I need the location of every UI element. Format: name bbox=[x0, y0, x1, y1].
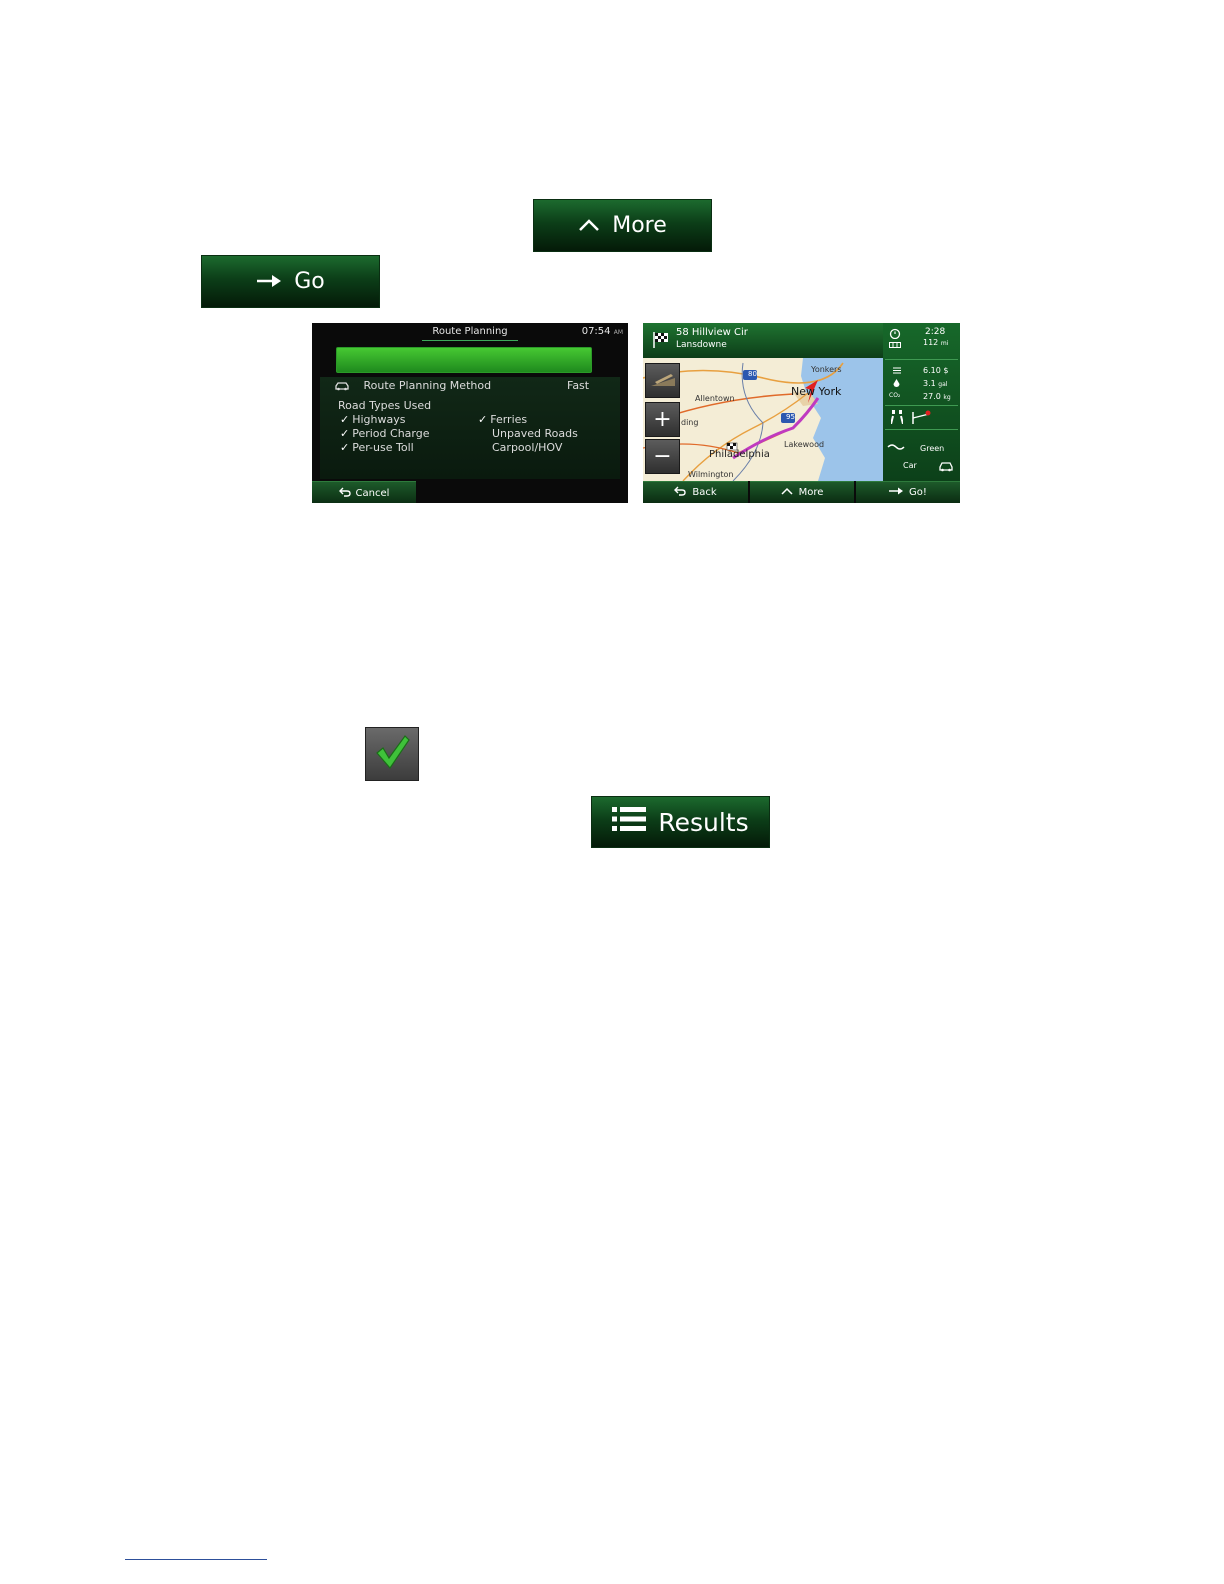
check-icon: ✓ bbox=[478, 413, 488, 426]
destination-city: Lansdowne bbox=[676, 340, 727, 350]
undo-icon bbox=[674, 486, 687, 499]
distance-unit: mi bbox=[940, 340, 949, 347]
check-icon: ✓ bbox=[340, 413, 350, 426]
route-co2: 27.0 kg bbox=[923, 392, 951, 401]
arrow-right-icon bbox=[889, 487, 904, 498]
car-icon bbox=[938, 461, 954, 474]
map-label-yonkers: Yonkers bbox=[811, 365, 842, 374]
distance-icon bbox=[889, 341, 901, 350]
route-time: 2:28 bbox=[925, 327, 946, 337]
title-underline bbox=[422, 340, 518, 341]
cancel-button[interactable]: Cancel bbox=[312, 481, 416, 503]
route-fuel: 3.1 gal bbox=[923, 379, 947, 388]
map-perspective-button[interactable] bbox=[645, 363, 680, 398]
road-type-label: Ferries bbox=[490, 413, 528, 426]
route-type-icon bbox=[887, 443, 905, 453]
back-button[interactable]: Back bbox=[643, 481, 748, 503]
co2-value: 27.0 bbox=[923, 392, 941, 401]
route-summary-panel[interactable]: 2:28 112 mi 6.10 $ 3.1 gal CO₂ 27.0 kg G… bbox=[883, 323, 960, 481]
checkered-flag-icon bbox=[652, 331, 670, 353]
map-label-lakewood: Lakewood bbox=[784, 440, 825, 449]
vehicle-type-value: Car bbox=[903, 461, 917, 470]
map-label-philadelphia: Philadelphia bbox=[709, 449, 770, 460]
road-type-unpaved-roads: Unpaved Roads bbox=[492, 427, 578, 440]
map-label-allentown: Allentown bbox=[695, 394, 735, 403]
confirm-button[interactable] bbox=[365, 727, 419, 781]
divider bbox=[885, 359, 958, 360]
map-more-button[interactable]: More bbox=[750, 481, 854, 503]
zoom-in-button[interactable]: + bbox=[645, 402, 680, 437]
more-button-label: More bbox=[612, 213, 667, 238]
map-go-button[interactable]: Go! bbox=[856, 481, 960, 503]
fuel-unit: gal bbox=[938, 381, 948, 388]
interstate-80-label: 80 bbox=[748, 370, 757, 378]
route-method-row[interactable]: Route Planning Method bbox=[334, 379, 491, 392]
chevron-up-icon bbox=[781, 487, 793, 498]
route-progress-bar bbox=[336, 347, 592, 373]
fuel-drop-icon bbox=[893, 379, 900, 390]
cost-icon bbox=[893, 366, 901, 376]
check-icon: ✓ bbox=[340, 441, 350, 454]
clock-suffix: AM bbox=[613, 329, 623, 336]
map-label-reading: ding bbox=[681, 418, 699, 427]
arrow-right-icon bbox=[256, 269, 282, 294]
road-type-label: Highways bbox=[352, 413, 406, 426]
go-button-label: Go bbox=[294, 269, 325, 294]
zoom-out-label: − bbox=[653, 444, 672, 469]
route-planning-title: Route Planning bbox=[432, 326, 508, 337]
fuel-value: 3.1 bbox=[923, 379, 936, 388]
divider bbox=[885, 429, 958, 430]
list-icon bbox=[612, 806, 647, 838]
back-label: Back bbox=[692, 487, 717, 498]
divider bbox=[885, 405, 958, 406]
interstate-95-label: 95 bbox=[786, 413, 795, 421]
results-button[interactable]: Results bbox=[591, 796, 770, 848]
highway-icon bbox=[890, 410, 904, 426]
car-icon bbox=[334, 379, 354, 392]
map-more-label: More bbox=[798, 487, 824, 498]
checkmark-icon bbox=[372, 732, 412, 776]
undo-icon bbox=[338, 487, 351, 500]
route-method-value: Fast bbox=[567, 379, 590, 392]
road-type-highways: ✓ Highways bbox=[340, 413, 405, 426]
clock-time: 07:54 bbox=[581, 326, 611, 337]
toll-road-icon bbox=[911, 410, 931, 426]
route-type-value: Green bbox=[920, 444, 945, 453]
road-type-per-use-toll: ✓ Per-use Toll bbox=[340, 441, 414, 454]
route-method-label: Route Planning Method bbox=[363, 379, 492, 392]
road-type-label: Per-use Toll bbox=[352, 441, 414, 454]
map-label-new-york: New York bbox=[791, 385, 842, 398]
clock: 07:54 AM bbox=[582, 326, 623, 337]
road-types-heading: Road Types Used bbox=[338, 399, 432, 412]
route-planning-screenshot: Route Planning 07:54 AM Route Planning M… bbox=[312, 323, 628, 503]
terrain-view-icon bbox=[650, 372, 675, 390]
map-label-wilmington: Wilmington bbox=[688, 470, 734, 479]
destination-address: 58 Hillview Cir bbox=[676, 327, 748, 338]
co2-label: CO₂ bbox=[889, 392, 901, 399]
map-go-label: Go! bbox=[909, 487, 927, 498]
go-button[interactable]: Go bbox=[201, 255, 380, 308]
check-icon: ✓ bbox=[340, 427, 350, 440]
route-map-screenshot: 58 Hillview Cir Lansdowne 80 95 Yonkers … bbox=[643, 323, 960, 503]
destination-bar[interactable]: 58 Hillview Cir Lansdowne bbox=[643, 323, 883, 358]
co2-unit: kg bbox=[943, 394, 951, 401]
clock-icon bbox=[889, 327, 901, 341]
results-button-label: Results bbox=[658, 807, 749, 837]
road-type-ferries: ✓ Ferries bbox=[478, 413, 527, 426]
zoom-out-button[interactable]: − bbox=[645, 439, 680, 474]
more-button[interactable]: More bbox=[533, 199, 712, 252]
footnote-divider bbox=[125, 1559, 267, 1560]
road-type-period-charge: ✓ Period Charge bbox=[340, 427, 430, 440]
zoom-in-label: + bbox=[653, 407, 672, 432]
route-cost: 6.10 $ bbox=[923, 366, 949, 375]
cancel-label: Cancel bbox=[355, 487, 390, 499]
distance-value: 112 bbox=[923, 338, 939, 347]
road-type-label: Period Charge bbox=[352, 427, 430, 440]
road-type-carpool-hov: Carpool/HOV bbox=[492, 441, 563, 454]
chevron-up-icon bbox=[578, 213, 600, 238]
route-distance: 112 mi bbox=[923, 338, 948, 347]
